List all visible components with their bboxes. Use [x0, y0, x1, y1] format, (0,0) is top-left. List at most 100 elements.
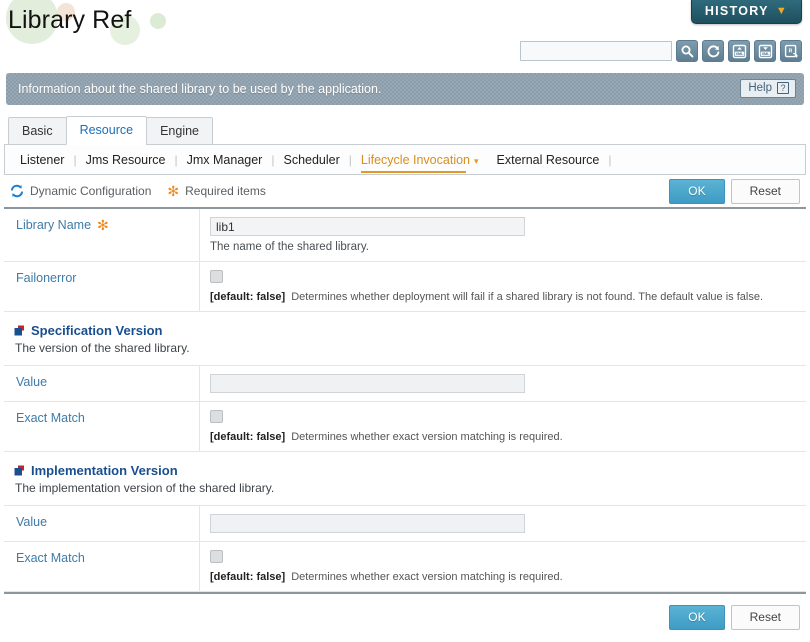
impl-exact-match-hint-text: Determines whether exact version matchin…	[291, 571, 563, 583]
ok-button-top[interactable]: OK	[669, 179, 725, 204]
history-button-label: HISTORY	[704, 4, 769, 18]
subtab-jmx-manager[interactable]: Jmx Manager	[178, 153, 272, 167]
tab-basic[interactable]: Basic	[8, 117, 67, 145]
form-row-impl-exact-match: Exact Match [default: false] Determines w…	[4, 542, 806, 592]
xml-import-icon-button[interactable]: XML	[728, 40, 750, 62]
sub-tab-bar: Listener | Jms Resource | Jmx Manager | …	[4, 145, 806, 175]
failonerror-label: Failonerror	[16, 271, 77, 285]
ok-button-bottom[interactable]: OK	[669, 605, 725, 630]
top-toolbar: XML XML R	[0, 40, 810, 68]
subtab-listener[interactable]: Listener	[11, 153, 73, 167]
reset-button-top[interactable]: Reset	[730, 179, 800, 204]
help-button[interactable]: Help ?	[740, 79, 796, 98]
failonerror-field-cell: [default: false] Determines whether deplo…	[200, 262, 806, 311]
configuration-form: Library Name ✻ The name of the shared li…	[4, 207, 806, 592]
impl-value-input[interactable]	[210, 514, 525, 533]
form-row-library-name: Library Name ✻ The name of the shared li…	[4, 209, 806, 262]
restore-icon-button[interactable]: R	[780, 40, 802, 62]
required-items-item: ✻ Required items	[167, 184, 265, 198]
dynamic-configuration-icon	[10, 184, 24, 198]
refresh-icon-button[interactable]	[702, 40, 724, 62]
form-row-spec-exact-match: Exact Match [default: false] Determines w…	[4, 402, 806, 452]
reset-button-bottom[interactable]: Reset	[730, 605, 800, 630]
xml-export-icon-button[interactable]: XML	[754, 40, 776, 62]
asterisk-icon: ✻	[167, 183, 180, 199]
impl-exact-match-label: Exact Match	[16, 551, 85, 565]
impl-exact-match-field-cell: [default: false] Determines whether exact…	[200, 542, 806, 591]
spec-value-label-cell: Value	[4, 366, 200, 401]
xml-export-icon: XML	[758, 44, 773, 59]
history-button[interactable]: HISTORY ▼	[690, 0, 802, 24]
refresh-icon	[706, 44, 721, 58]
spec-exact-match-default-text: [default: false]	[210, 431, 286, 443]
subtab-external-resource[interactable]: External Resource	[488, 153, 609, 167]
spec-exact-match-field-cell: [default: false] Determines whether exact…	[200, 402, 806, 451]
impl-value-field-cell	[200, 506, 806, 541]
action-bar-buttons: OK Reset	[669, 179, 800, 204]
impl-exact-match-label-cell: Exact Match	[4, 542, 200, 591]
dynamic-configuration-item[interactable]: Dynamic Configuration	[10, 184, 151, 198]
page-header: Library Ref HISTORY ▼	[0, 0, 810, 45]
spec-value-label: Value	[16, 375, 48, 389]
xml-import-icon: XML	[732, 44, 747, 59]
library-name-hint: The name of the shared library.	[210, 241, 369, 253]
library-ref-page: Library Ref HISTORY ▼ XML XML R Informat…	[0, 0, 810, 642]
subtab-separator: |	[608, 152, 612, 167]
spec-exact-match-hint-text: Determines whether exact version matchin…	[291, 431, 563, 443]
specification-version-title-row: Specification Version	[14, 323, 806, 338]
spec-value-field-cell	[200, 366, 806, 401]
subtab-jms-resource[interactable]: Jms Resource	[77, 153, 175, 167]
chevron-down-icon[interactable]: ▾	[474, 156, 479, 166]
page-title: Library Ref	[8, 6, 132, 34]
tab-engine[interactable]: Engine	[146, 117, 214, 145]
chevron-down-icon: ▼	[775, 4, 788, 17]
library-name-label: Library Name	[16, 218, 92, 232]
implementation-version-title-row: Implementation Version	[14, 463, 806, 478]
implementation-version-description: The implementation version of the shared…	[15, 481, 275, 495]
subtab-lifecycle-invocation-label: Lifecycle Invocation	[360, 152, 470, 167]
search-icon-button[interactable]	[676, 40, 698, 62]
impl-value-label-cell: Value	[4, 506, 200, 541]
subtab-scheduler[interactable]: Scheduler	[274, 153, 348, 167]
section-specification-version: Specification Version The version of the…	[4, 312, 806, 366]
svg-text:XML: XML	[761, 52, 770, 56]
specification-version-description: The version of the shared library.	[15, 341, 190, 355]
specification-version-title: Specification Version	[31, 323, 163, 338]
restore-icon: R	[784, 44, 799, 59]
impl-value-label: Value	[16, 515, 48, 529]
svg-text:R: R	[788, 48, 792, 54]
search-input[interactable]	[520, 41, 672, 61]
search-icon	[680, 44, 694, 58]
history-button-wrap: HISTORY ▼	[690, 0, 802, 24]
failonerror-hint-text: Determines whether deployment will fail …	[291, 291, 764, 303]
subtab-lifecycle-invocation[interactable]: Lifecycle Invocation ▾	[352, 152, 488, 173]
asterisk-icon: ✻	[97, 217, 109, 233]
impl-exact-match-checkbox[interactable]	[210, 550, 223, 563]
library-name-input[interactable]	[210, 217, 525, 236]
main-tab-bar: Basic Resource Engine	[4, 115, 806, 145]
spec-value-input[interactable]	[210, 374, 525, 393]
required-items-label: Required items	[185, 184, 266, 198]
decorative-circle-green-small	[150, 13, 166, 29]
spec-exact-match-hint: [default: false] Determines whether exact…	[210, 431, 806, 443]
active-subtab-underline	[360, 170, 466, 173]
info-banner-text: Information about the shared library to …	[18, 82, 382, 96]
failonerror-label-cell: Failonerror	[4, 262, 200, 311]
help-button-label: Help	[748, 82, 772, 94]
section-implementation-version: Implementation Version The implementatio…	[4, 452, 806, 506]
impl-exact-match-hint: [default: false] Determines whether exact…	[210, 571, 806, 583]
tab-resource[interactable]: Resource	[65, 116, 148, 145]
spec-exact-match-label-cell: Exact Match	[4, 402, 200, 451]
implementation-version-title: Implementation Version	[31, 463, 178, 478]
info-banner: Information about the shared library to …	[6, 73, 804, 105]
question-mark-icon: ?	[777, 82, 789, 94]
impl-exact-match-default-text: [default: false]	[210, 571, 286, 583]
section-node-icon	[14, 325, 25, 336]
footer-buttons: OK Reset	[669, 605, 800, 630]
library-name-field-cell: The name of the shared library.	[200, 209, 806, 261]
failonerror-checkbox[interactable]	[210, 270, 223, 283]
spec-exact-match-label: Exact Match	[16, 411, 85, 425]
library-name-label-cell: Library Name ✻	[4, 209, 200, 261]
spec-exact-match-checkbox[interactable]	[210, 410, 223, 423]
failonerror-hint: [default: false] Determines whether deplo…	[210, 291, 806, 303]
